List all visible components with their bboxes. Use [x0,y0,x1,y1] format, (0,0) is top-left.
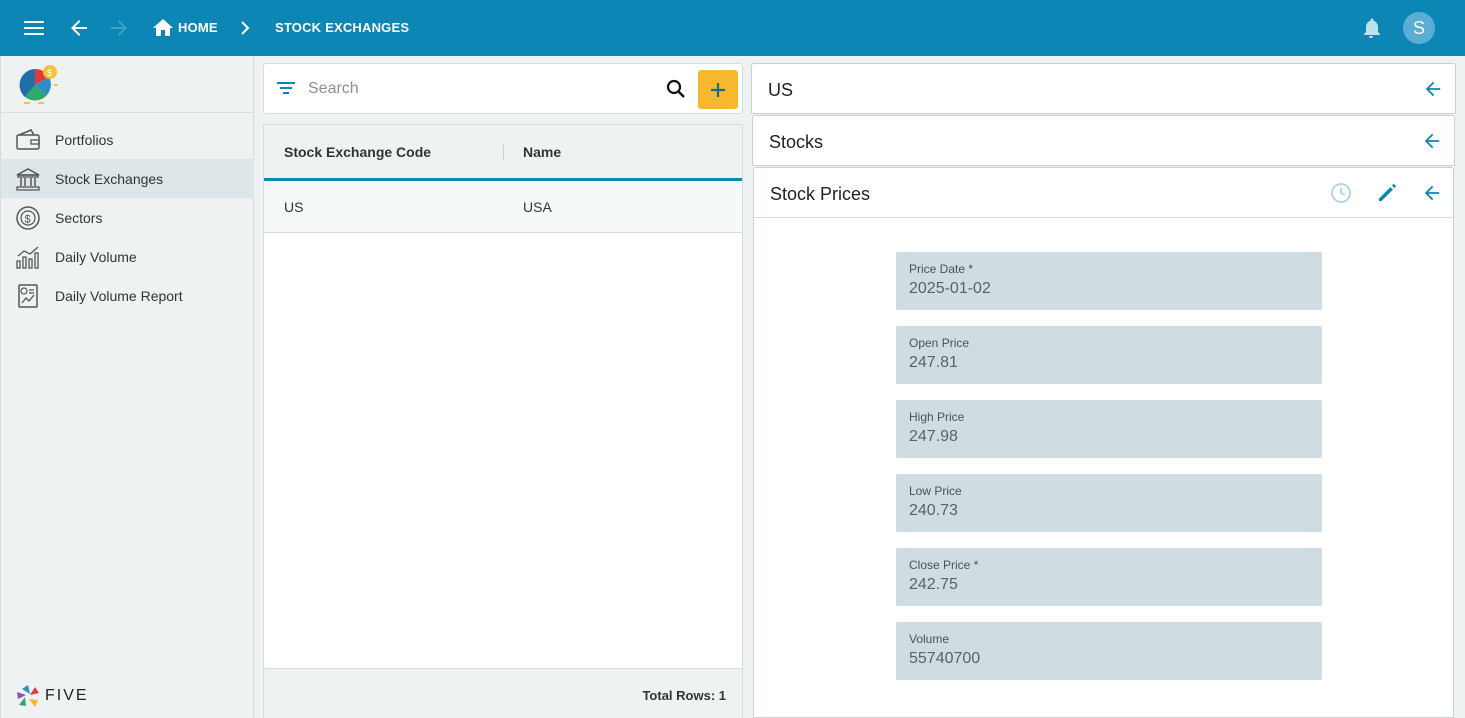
breadcrumb-stock-exchanges[interactable]: STOCK EXCHANGES [275,20,409,35]
column-header-name[interactable]: Name [523,144,561,160]
breadcrumb-home[interactable]: HOME [178,20,218,35]
bell-icon[interactable] [1359,16,1383,40]
field-label: High Price [909,410,965,424]
search-input[interactable] [308,78,648,100]
field-value: 2025-01-02 [909,280,991,297]
low-price-field[interactable]: Low Price 240.73 [896,474,1322,532]
report-icon [18,284,38,308]
sidebar-item-label: Stock Exchanges [55,170,164,187]
filter-icon[interactable] [277,81,295,95]
panel-stocks: Stocks [752,115,1455,166]
field-value: 240.73 [909,502,958,519]
app-logo-area: $ [1,56,253,113]
bar-chart-icon [16,246,39,269]
table-row[interactable]: US USA [264,181,742,233]
back-arrow-icon[interactable] [67,16,91,40]
open-price-field[interactable]: Open Price 247.81 [896,326,1322,384]
forward-arrow-icon[interactable] [107,16,131,40]
user-avatar[interactable]: S [1403,12,1435,44]
dollar-circle-icon: $ [16,206,40,230]
app-logo-icon: $ [19,65,58,104]
table-header: Stock Exchange Code Name [264,125,742,181]
column-divider[interactable] [503,145,504,161]
search-bar [263,63,743,114]
svg-text:$: $ [47,68,52,78]
close-price-field[interactable]: Close Price * 242.75 [896,548,1322,606]
bank-icon [16,168,40,191]
field-value: 242.75 [909,576,958,593]
panel-title-stock-prices: Stock Prices [770,184,871,204]
five-logo-icon [17,685,39,707]
panel-title-stocks: Stocks [769,132,824,152]
menu-icon[interactable] [23,16,47,40]
column-header-code[interactable]: Stock Exchange Code [284,144,431,160]
volume-field[interactable]: Volume 55740700 [896,622,1322,680]
search-icon[interactable] [666,79,686,99]
price-date-field[interactable]: Price Date * 2025-01-02 [896,252,1322,310]
sidebar-item-stock-exchanges[interactable]: Stock Exchanges [1,159,254,198]
sidebar-item-label: Portfolios [55,131,114,148]
field-label: Close Price * [909,558,979,572]
cell-code: US [284,199,304,215]
cell-name: USA [523,199,552,215]
add-button[interactable] [698,70,738,109]
panel-title-us: US [768,80,794,100]
sidebar-item-label: Sectors [55,209,103,226]
brand-name: FIVE [45,687,89,704]
field-value: 55740700 [909,650,981,667]
field-label: Price Date * [909,262,974,276]
home-icon[interactable] [151,16,175,40]
sidebar-item-portfolios[interactable]: Portfolios [1,120,254,159]
panel-us: US [751,63,1456,114]
field-label: Open Price [909,336,970,350]
panel-header: Stock Prices [754,168,1453,218]
sidebar-item-daily-volume[interactable]: Daily Volume [1,237,254,276]
back-arrow-icon[interactable] [1420,181,1444,205]
top-app-bar: HOME STOCK EXCHANGES S [0,0,1465,56]
wallet-icon [16,129,40,150]
history-clock-icon[interactable] [1329,181,1353,205]
field-value: 247.98 [909,428,958,445]
field-label: Low Price [909,484,962,498]
sidebar-item-label: Daily Volume Report [55,287,183,304]
field-value: 247.81 [909,354,958,371]
back-arrow-icon[interactable] [1421,77,1445,101]
sidebar-item-daily-volume-report[interactable]: Daily Volume Report [1,276,254,315]
total-rows-count: Total Rows: 1 [642,688,726,703]
edit-pencil-icon[interactable] [1375,181,1399,205]
plus-icon [711,82,725,97]
sidebar: $ Portfolios Stock Exchanges $ Sectors D… [0,56,254,718]
stock-exchange-list: Stock Exchange Code Name US USA Total Ro… [263,124,743,718]
panel-stock-prices: Stock Prices Price Date * 2025-01-02 Ope… [753,167,1454,718]
chevron-right-icon [233,16,257,40]
high-price-field[interactable]: High Price 247.98 [896,400,1322,458]
svg-text:$: $ [25,214,31,226]
table-footer: Total Rows: 1 [264,668,742,718]
sidebar-item-sectors[interactable]: $ Sectors [1,198,254,237]
back-arrow-icon[interactable] [1420,129,1444,153]
sidebar-item-label: Daily Volume [55,248,137,265]
field-label: Volume [909,632,950,646]
